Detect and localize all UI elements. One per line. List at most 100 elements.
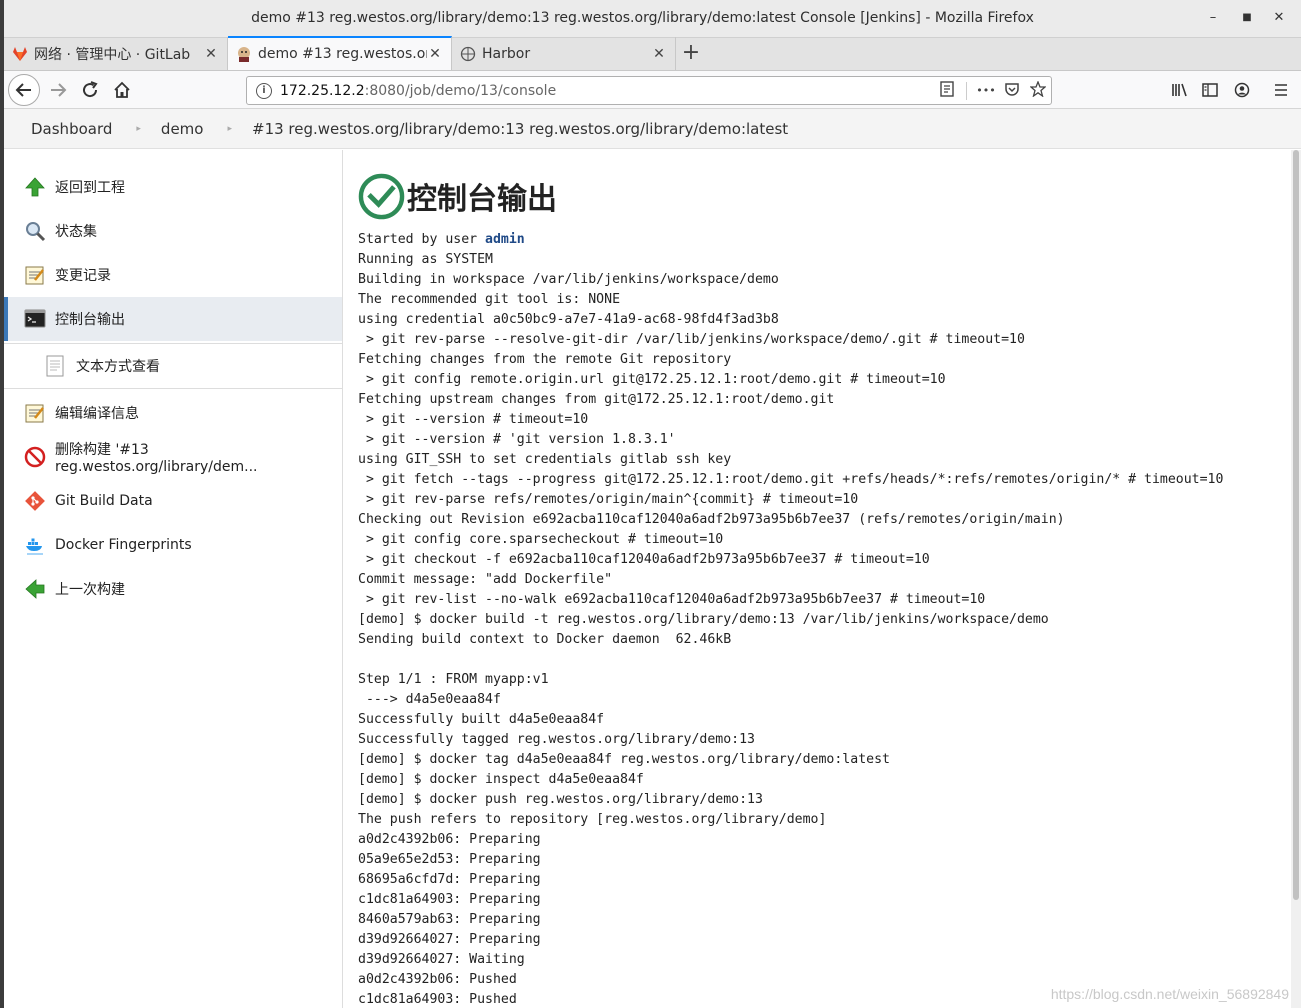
side-panel: 返回到工程 状态集 变更记录 控制台输出 文本方式查看 编辑编译信息 删除构建 …: [4, 150, 343, 1008]
breadcrumb-separator[interactable]: ▸: [136, 124, 141, 134]
breadcrumb-dashboard[interactable]: Dashboard: [31, 120, 112, 138]
breadcrumb: Dashboard ▸ demo ▸ #13 reg.westos.org/li…: [4, 109, 1301, 149]
tab-close-button[interactable]: ✕: [427, 46, 443, 62]
bookmark-star-button[interactable]: [1025, 79, 1051, 101]
page-actions-button[interactable]: •••: [973, 84, 999, 97]
console-line: Checking out Revision e692acba110caf1204…: [358, 512, 1065, 527]
url-path: :8080/job/demo/13/console: [364, 82, 557, 99]
sidebar-button[interactable]: [1196, 76, 1224, 104]
console-line: Commit message: "add Dockerfile": [358, 572, 613, 587]
sidebar-item-previous-build[interactable]: 上一次构建: [4, 567, 342, 611]
console-line: > git fetch --tags --progress git@172.25…: [358, 472, 1224, 487]
tab-label: 网络 · 管理中心 · GitLab: [34, 46, 191, 63]
console-started-prefix: Started by user: [358, 232, 486, 247]
hamburger-menu-icon: [1275, 84, 1287, 96]
sidebar-item-label: Docker Fingerprints: [55, 537, 192, 553]
breadcrumb-separator[interactable]: ▸: [227, 124, 232, 134]
console-line: Successfully tagged reg.westos.org/libra…: [358, 732, 755, 747]
pocket-icon: [1005, 82, 1019, 96]
sidebar-item-label: 返回到工程: [55, 180, 125, 196]
console-line: 68695a6cfd7d: Preparing: [358, 872, 541, 887]
console-line: using credential a0c50bc9-a7e7-41a9-ac68…: [358, 312, 779, 327]
notepad-icon: [25, 266, 44, 285]
tab-close-button[interactable]: ✕: [203, 46, 219, 62]
title-bar: demo #13 reg.westos.org/library/demo:13 …: [4, 0, 1301, 38]
magnifier-icon: [26, 222, 46, 242]
breadcrumb-build[interactable]: #13 reg.westos.org/library/demo:13 reg.w…: [252, 120, 788, 138]
console-line: Building in workspace /var/lib/jenkins/w…: [358, 272, 779, 287]
sidebar-item-view-as-plain-text[interactable]: 文本方式查看: [4, 343, 342, 389]
console-line: 05a9e65e2d53: Preparing: [358, 852, 541, 867]
tab-close-button[interactable]: ✕: [651, 46, 667, 62]
left-arrow-icon: [25, 579, 45, 599]
jenkins-icon: [238, 47, 250, 62]
console-line: a0d2c4392b06: Preparing: [358, 832, 541, 847]
console-line: Fetching changes from the remote Git rep…: [358, 352, 732, 367]
console-user-link[interactable]: admin: [485, 232, 525, 247]
console-line-started: Started by user admin: [358, 232, 525, 247]
reader-view-button[interactable]: [934, 80, 960, 101]
reload-icon: [83, 81, 98, 98]
account-icon: [1234, 82, 1250, 98]
home-button[interactable]: [108, 76, 136, 104]
tab-gitlab[interactable]: 网络 · 管理中心 · GitLab ✕: [4, 37, 228, 70]
nav-toolbar: i 172.25.12.2:8080/job/demo/13/console •…: [4, 71, 1301, 109]
console-line: 8460a579ab63: Preparing: [358, 912, 541, 927]
console-lines: Running as SYSTEM Building in workspace …: [358, 252, 1223, 1007]
menu-button[interactable]: [1267, 76, 1295, 104]
info-icon[interactable]: i: [256, 82, 272, 99]
account-button[interactable]: [1228, 76, 1256, 104]
console-line: > git checkout -f e692acba110caf12040a6a…: [358, 552, 930, 567]
library-icon: [1172, 83, 1187, 97]
console-line: The recommended git tool is: NONE: [358, 292, 621, 307]
console-output: Started by user admin Running as SYSTEM …: [358, 230, 1301, 1008]
scrollbar-thumb[interactable]: [1293, 150, 1299, 900]
forward-button[interactable]: [44, 76, 72, 104]
document-icon: [46, 355, 64, 377]
console-line: c1dc81a64903: Pushed: [358, 992, 517, 1007]
url-separator: [966, 81, 967, 100]
page-scrollbar[interactable]: [1291, 150, 1301, 1008]
sidebar-item-edit-build-info[interactable]: 编辑编译信息: [4, 391, 342, 435]
console-line: > git rev-list --no-walk e692acba110caf1…: [358, 592, 986, 607]
sidebar-item-changes[interactable]: 变更记录: [4, 253, 342, 297]
sidebar-toggle-icon: [1202, 83, 1218, 97]
minimize-button[interactable]: –: [1203, 8, 1223, 28]
main-area: 返回到工程 状态集 变更记录 控制台输出 文本方式查看 编辑编译信息 删除构建 …: [4, 150, 1301, 1008]
notepad-icon: [25, 404, 44, 423]
console-line: > git --version # 'git version 1.8.3.1': [358, 432, 676, 447]
home-icon: [114, 81, 130, 98]
sidebar-item-label: 控制台输出: [55, 312, 125, 328]
sidebar-item-back-to-project[interactable]: 返回到工程: [4, 165, 342, 209]
sidebar-item-git-build-data[interactable]: Git Build Data: [4, 479, 342, 523]
url-host: 172.25.12.2: [280, 82, 365, 99]
close-window-button[interactable]: ✕: [1269, 8, 1289, 28]
sidebar-item-docker-fingerprints[interactable]: Docker Fingerprints: [4, 523, 342, 567]
gitlab-icon: [13, 46, 27, 61]
tab-jenkins[interactable]: demo #13 reg.westos.org/library/demo:13 …: [228, 36, 452, 70]
maximize-button[interactable]: ■: [1237, 8, 1257, 28]
sidebar-item-status[interactable]: 状态集: [4, 209, 342, 253]
sidebar-item-console-output[interactable]: 控制台输出: [4, 297, 342, 341]
console-line: Running as SYSTEM: [358, 252, 493, 267]
success-check-circle: [358, 173, 405, 219]
sidebar-item-label: 上一次构建: [55, 582, 125, 598]
back-button[interactable]: [8, 74, 40, 106]
sidebar-item-label: 删除构建 '#13 reg.westos.org/library/dem...: [55, 442, 258, 475]
console-line: ---> d4a5e0eaa84f: [358, 692, 501, 707]
reload-button[interactable]: [76, 76, 104, 104]
page-title: 控制台输出: [407, 182, 557, 217]
tab-harbor[interactable]: Harbor ✕: [452, 37, 676, 70]
library-button[interactable]: [1166, 76, 1194, 104]
breadcrumb-job[interactable]: demo: [161, 120, 204, 138]
new-tab-button[interactable]: +: [676, 38, 706, 70]
tab-bar: 网络 · 管理中心 · GitLab ✕ demo #13 reg.westos…: [4, 36, 1301, 71]
no-entry-icon: [24, 446, 46, 468]
sidebar-item-delete-build[interactable]: 删除构建 '#13 reg.westos.org/library/dem...: [4, 435, 342, 479]
console-line: Successfully built d4a5e0eaa84f: [358, 712, 605, 727]
url-bar[interactable]: i 172.25.12.2:8080/job/demo/13/console •…: [246, 76, 1052, 105]
console-line: [demo] $ docker inspect d4a5e0eaa84f: [358, 772, 644, 787]
url-text[interactable]: 172.25.12.2:8080/job/demo/13/console: [280, 83, 934, 99]
pocket-button[interactable]: [999, 81, 1025, 101]
watermark: https://blog.csdn.net/weixin_56892849: [1050, 986, 1289, 1002]
